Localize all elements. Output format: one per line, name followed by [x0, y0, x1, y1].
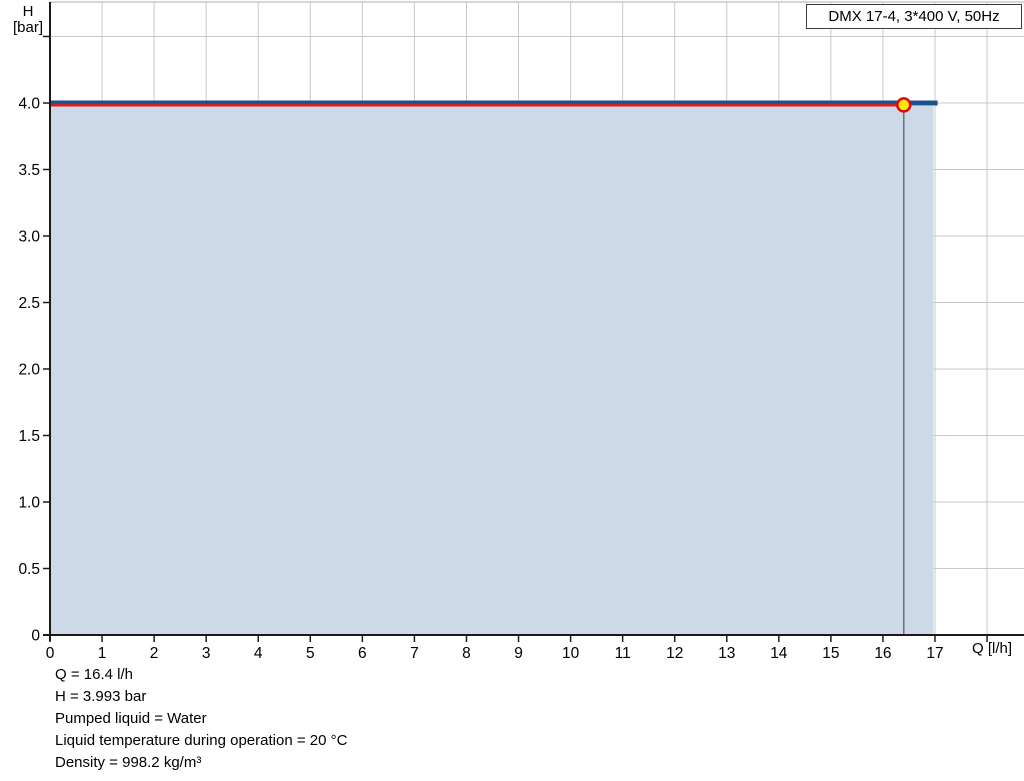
x-tick-label: 6 [358, 645, 367, 662]
y-tick-label: 3.5 [18, 162, 40, 179]
x-tick-label: 4 [254, 645, 263, 662]
y-tick-label: 0 [31, 628, 40, 645]
duty-info-block: Q = 16.4 l/h H = 3.993 bar Pumped liquid… [55, 664, 347, 774]
x-tick-label: 5 [306, 645, 315, 662]
info-flow: Q = 16.4 l/h [55, 666, 133, 683]
x-tick-label: 14 [770, 645, 788, 662]
info-pumped-liquid: Pumped liquid = Water [55, 710, 207, 727]
x-tick-label: 13 [718, 645, 735, 662]
curve-fill-area [51, 106, 934, 634]
y-tick-label: 3.0 [18, 229, 40, 246]
y-tick-label: 0.5 [18, 561, 40, 578]
pump-curve-chart: 0 1 2 3 4 5 6 7 8 9 10 11 12 13 14 15 16 17 0 0.5 1.0 1.5 2.0 2… [0, 0, 1024, 781]
x-tick-label: 15 [822, 645, 839, 662]
x-tick-label: 7 [410, 645, 419, 662]
x-tick-label: 9 [514, 645, 523, 662]
info-liquid-temperature: Liquid temperature during operation = 20… [55, 732, 348, 749]
legend-label: DMX 17-4, 3*400 V, 50Hz [828, 8, 1000, 25]
x-tick-label: 3 [202, 645, 211, 662]
y-tick-label: 2.5 [18, 295, 40, 312]
y-tick-label: 1.5 [18, 428, 40, 445]
duty-point-marker[interactable] [896, 97, 912, 113]
x-tick-label: 2 [150, 645, 159, 662]
y-tick-label: 2.0 [18, 362, 40, 379]
x-axis-title: Q [l/h] [972, 640, 1013, 657]
y-tick-label: 4.0 [18, 96, 40, 113]
x-tick-label: 8 [462, 645, 471, 662]
x-tick-label: 16 [874, 645, 891, 662]
x-tick-label: 11 [615, 645, 631, 662]
y-tick-label: 1.0 [18, 495, 40, 512]
x-tick-label: 10 [562, 645, 580, 662]
info-head: H = 3.993 bar [55, 688, 147, 705]
x-tick-label: 1 [98, 645, 107, 662]
legend-box: DMX 17-4, 3*400 V, 50Hz [806, 4, 1022, 29]
y-axis-quantity: H [22, 3, 34, 20]
info-density: Density = 998.2 kg/m³ [55, 754, 202, 771]
x-tick-label: 0 [46, 645, 55, 662]
x-tick-label: 17 [926, 645, 943, 662]
y-axis-unit: [bar] [12, 19, 43, 36]
x-tick-label: 12 [666, 645, 683, 662]
plot-area: 0 1 2 3 4 5 6 7 8 9 10 11 12 13 14 15 16 1700.51.01.52.02… [18, 1, 1024, 662]
y-axis-title: H [bar] [5, 4, 51, 36]
